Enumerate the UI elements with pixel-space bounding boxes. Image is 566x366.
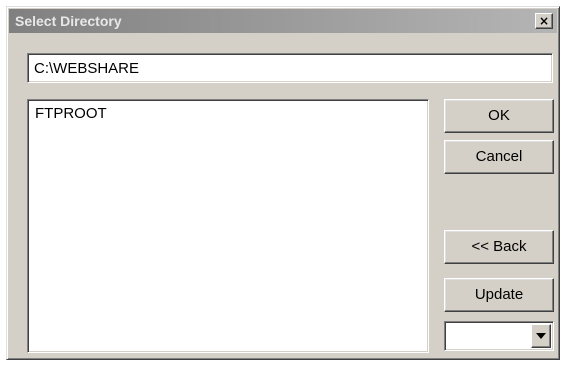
dropdown-button[interactable] [531,324,551,348]
window-title: Select Directory [15,13,122,29]
cancel-button[interactable]: Cancel [444,140,554,174]
back-button[interactable]: << Back [444,230,554,264]
title-bar[interactable]: Select Directory × [9,9,557,33]
close-button[interactable]: × [535,13,553,29]
update-button[interactable]: Update [444,278,554,312]
drive-select[interactable] [444,321,554,351]
directory-list[interactable]: FTPROOT [27,99,429,353]
chevron-down-icon [536,333,546,339]
directory-path-value: C:\WEBSHARE [34,60,140,77]
select-directory-dialog: Select Directory × C:\WEBSHARE FTPROOT O… [6,6,560,360]
close-icon: × [538,14,550,28]
list-item[interactable]: FTPROOT [35,105,107,122]
ok-button[interactable]: OK [444,99,554,133]
directory-path-field[interactable]: C:\WEBSHARE [27,53,553,83]
